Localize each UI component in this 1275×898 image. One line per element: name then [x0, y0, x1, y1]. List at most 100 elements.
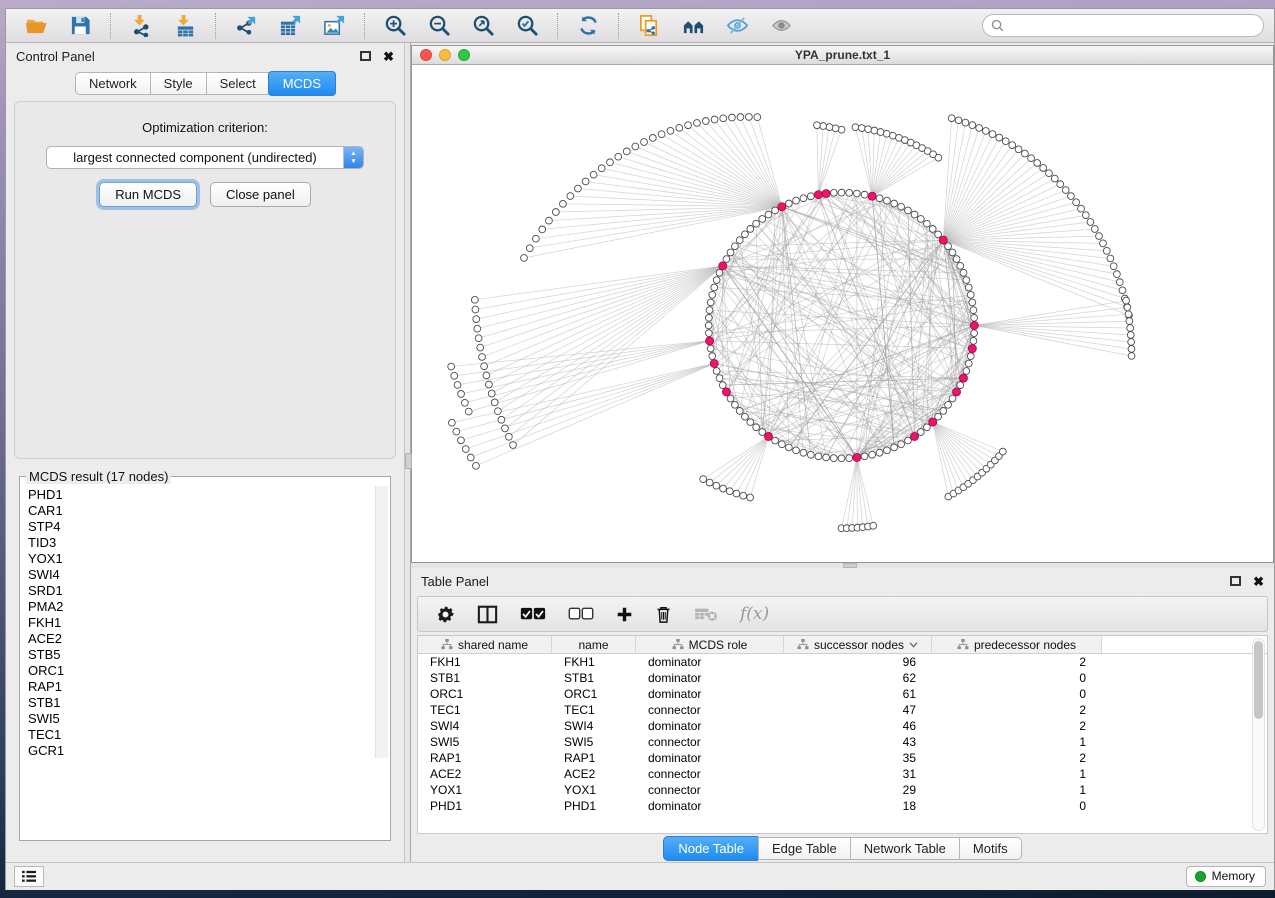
network-node[interactable]: [461, 399, 468, 406]
network-node[interactable]: [924, 220, 931, 227]
mcds-node[interactable]: [953, 388, 961, 396]
network-node[interactable]: [552, 209, 559, 216]
list-item[interactable]: STP4: [28, 519, 389, 535]
network-node[interactable]: [711, 284, 718, 291]
cell-mcds-role[interactable]: dominator: [636, 671, 784, 685]
cell-successor-nodes[interactable]: 43: [784, 735, 932, 749]
network-node[interactable]: [1125, 311, 1132, 318]
network-node[interactable]: [1123, 297, 1130, 304]
network-node[interactable]: [694, 120, 701, 127]
network-node[interactable]: [1046, 170, 1053, 177]
list-item[interactable]: CAR1: [28, 503, 389, 519]
network-node[interactable]: [488, 390, 495, 397]
network-node[interactable]: [736, 407, 743, 414]
network-canvas[interactable]: [412, 65, 1273, 562]
network-node[interactable]: [877, 129, 884, 136]
network-node[interactable]: [505, 433, 512, 440]
network-node[interactable]: [1028, 155, 1035, 162]
network-node[interactable]: [870, 522, 877, 529]
cell-mcds-role[interactable]: dominator: [636, 719, 784, 733]
network-node[interactable]: [940, 407, 947, 414]
network-node[interactable]: [970, 337, 977, 344]
cell-predecessor-nodes[interactable]: 1: [932, 735, 1102, 749]
network-node[interactable]: [1128, 353, 1135, 360]
mcds-node[interactable]: [814, 191, 822, 199]
network-node[interactable]: [891, 444, 898, 451]
network-node[interactable]: [1100, 240, 1107, 247]
delete-table-button-disabled[interactable]: [694, 607, 718, 622]
splitter-handle[interactable]: [843, 563, 857, 568]
network-node[interactable]: [999, 448, 1006, 455]
list-item[interactable]: TID3: [28, 535, 389, 551]
network-node[interactable]: [1103, 247, 1110, 254]
list-item[interactable]: GCR1: [28, 743, 389, 759]
network-node[interactable]: [967, 353, 974, 360]
network-node[interactable]: [876, 195, 883, 202]
cell-name[interactable]: ACE2: [552, 767, 636, 781]
network-node[interactable]: [905, 437, 912, 444]
network-node[interactable]: [700, 476, 707, 483]
horizontal-splitter[interactable]: [411, 563, 1274, 568]
network-node[interactable]: [705, 330, 712, 337]
network-node[interactable]: [891, 200, 898, 207]
table-row[interactable]: RAP1 RAP1 dominator 35 2: [418, 750, 1267, 766]
network-node[interactable]: [502, 425, 509, 432]
network-node[interactable]: [957, 262, 964, 269]
function-builder-button-disabled[interactable]: f(x): [740, 604, 769, 624]
network-node[interactable]: [800, 449, 807, 456]
network-node[interactable]: [876, 449, 883, 456]
network-node[interactable]: [838, 189, 845, 196]
network-node[interactable]: [713, 368, 720, 375]
network-graph[interactable]: [412, 65, 1273, 562]
cell-shared-name[interactable]: STB1: [418, 671, 552, 685]
network-node[interactable]: [742, 413, 749, 420]
column-header-successor-nodes[interactable]: successor nodes: [784, 636, 932, 653]
network-node[interactable]: [1057, 181, 1064, 188]
network-node[interactable]: [590, 171, 597, 178]
network-node[interactable]: [871, 127, 878, 134]
select-all-rows-button[interactable]: [520, 607, 546, 621]
network-node[interactable]: [454, 382, 461, 389]
tab-network-table[interactable]: Network Table: [850, 837, 959, 860]
close-panel-button[interactable]: Close panel: [210, 182, 311, 207]
open-file-button[interactable]: [16, 12, 56, 40]
table-row[interactable]: TEC1 TEC1 connector 47 2: [418, 702, 1267, 718]
column-header-predecessor-nodes[interactable]: predecessor nodes: [932, 636, 1102, 653]
cell-name[interactable]: STB1: [552, 671, 636, 685]
network-node[interactable]: [945, 401, 952, 408]
network-node[interactable]: [1128, 346, 1135, 353]
table-row[interactable]: SWI4 SWI4 dominator 46 2: [418, 718, 1267, 734]
network-node[interactable]: [898, 441, 905, 448]
network-node[interactable]: [448, 419, 455, 426]
table-row[interactable]: SWI5 SWI5 connector 43 1: [418, 734, 1267, 750]
list-item[interactable]: TEC1: [28, 727, 389, 743]
vertical-splitter[interactable]: [404, 43, 411, 862]
network-node[interactable]: [632, 143, 639, 150]
zoom-out-button[interactable]: [419, 12, 459, 40]
network-node[interactable]: [467, 454, 474, 461]
network-window-titlebar[interactable]: YPA_prune.txt_1: [412, 46, 1273, 65]
tab-node-table[interactable]: Node Table: [663, 836, 758, 861]
network-node[interactable]: [1009, 142, 1016, 149]
network-node[interactable]: [474, 325, 481, 332]
list-item[interactable]: SWI5: [28, 711, 389, 727]
cell-successor-nodes[interactable]: 29: [784, 783, 932, 797]
cell-name[interactable]: TEC1: [552, 703, 636, 717]
network-node[interactable]: [852, 124, 859, 131]
network-node[interactable]: [740, 492, 747, 499]
cell-successor-nodes[interactable]: 47: [784, 703, 932, 717]
network-node[interactable]: [1078, 205, 1085, 212]
network-node[interactable]: [982, 128, 989, 135]
network-node[interactable]: [969, 122, 976, 129]
network-node[interactable]: [1096, 233, 1103, 240]
list-item[interactable]: PHD1: [28, 487, 389, 503]
network-node[interactable]: [495, 408, 502, 415]
list-item[interactable]: SWI4: [28, 567, 389, 583]
network-node[interactable]: [846, 189, 853, 196]
network-node[interactable]: [510, 442, 517, 449]
network-node[interactable]: [1015, 146, 1022, 153]
network-node[interactable]: [733, 490, 740, 497]
network-node[interactable]: [1087, 219, 1094, 226]
table-row[interactable]: STB1 STB1 dominator 62 0: [418, 670, 1267, 686]
list-item[interactable]: FKH1: [28, 615, 389, 631]
